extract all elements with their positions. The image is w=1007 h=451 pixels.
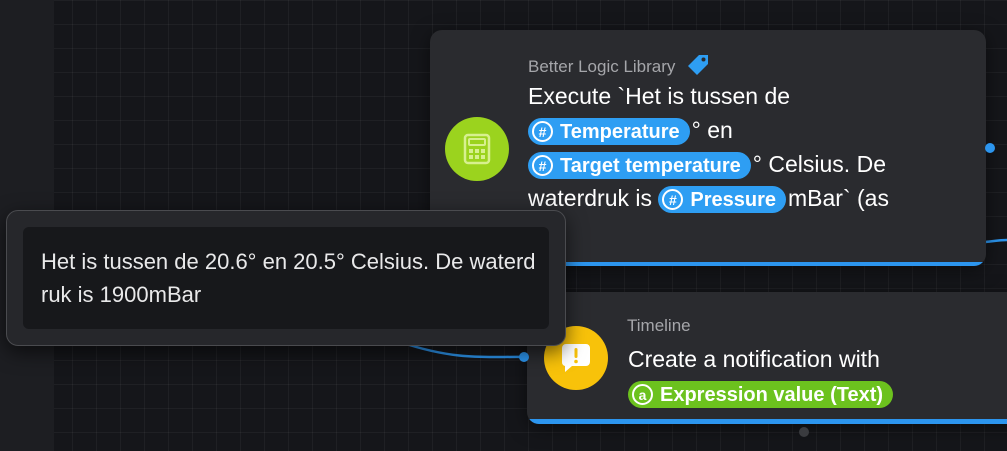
input-port[interactable] <box>519 352 529 362</box>
calculator-icon <box>445 117 509 181</box>
temperature-token[interactable]: # Temperature <box>528 118 690 146</box>
target-temperature-token[interactable]: # Target temperature <box>528 152 751 180</box>
title-text: mBar` (as <box>788 185 889 211</box>
title-text: waterdruk is <box>528 185 652 211</box>
title-text: Execute `Het is tussen de <box>528 83 791 109</box>
card-title: Execute `Het is tussen de # Temperature ° … <box>528 79 948 249</box>
owner-label: Better Logic Library <box>528 56 676 76</box>
expression-value-token[interactable]: a Expression value (Text) <box>628 381 894 409</box>
number-tag-icon: # <box>662 189 684 211</box>
card-title: Create a notification with a Expression v… <box>628 342 988 410</box>
pressure-token[interactable]: # Pressure <box>658 186 786 214</box>
title-text: ° en <box>691 117 733 143</box>
text-tag-icon: a <box>632 384 653 406</box>
connection-wire-out <box>985 238 1007 244</box>
number-tag-icon: # <box>532 121 553 143</box>
card-owner: Timeline <box>627 316 691 335</box>
card-owner: Better Logic Library <box>528 53 710 82</box>
output-port[interactable] <box>985 143 995 153</box>
number-tag-icon: # <box>532 155 553 177</box>
preview-box: Het is tussen de 20.6° en 20.5° Celsius.… <box>23 227 549 329</box>
preview-text: Het is tussen de 20.6° en 20.5° Celsius.… <box>41 249 536 307</box>
preview-popup: Het is tussen de 20.6° en 20.5° Celsius.… <box>6 210 566 346</box>
output-port[interactable] <box>799 427 809 437</box>
card-status-bar <box>527 419 1007 424</box>
tag-icon <box>686 53 710 82</box>
title-text: ° Celsius. De <box>752 151 886 177</box>
title-text: Create a notification with <box>628 346 880 372</box>
